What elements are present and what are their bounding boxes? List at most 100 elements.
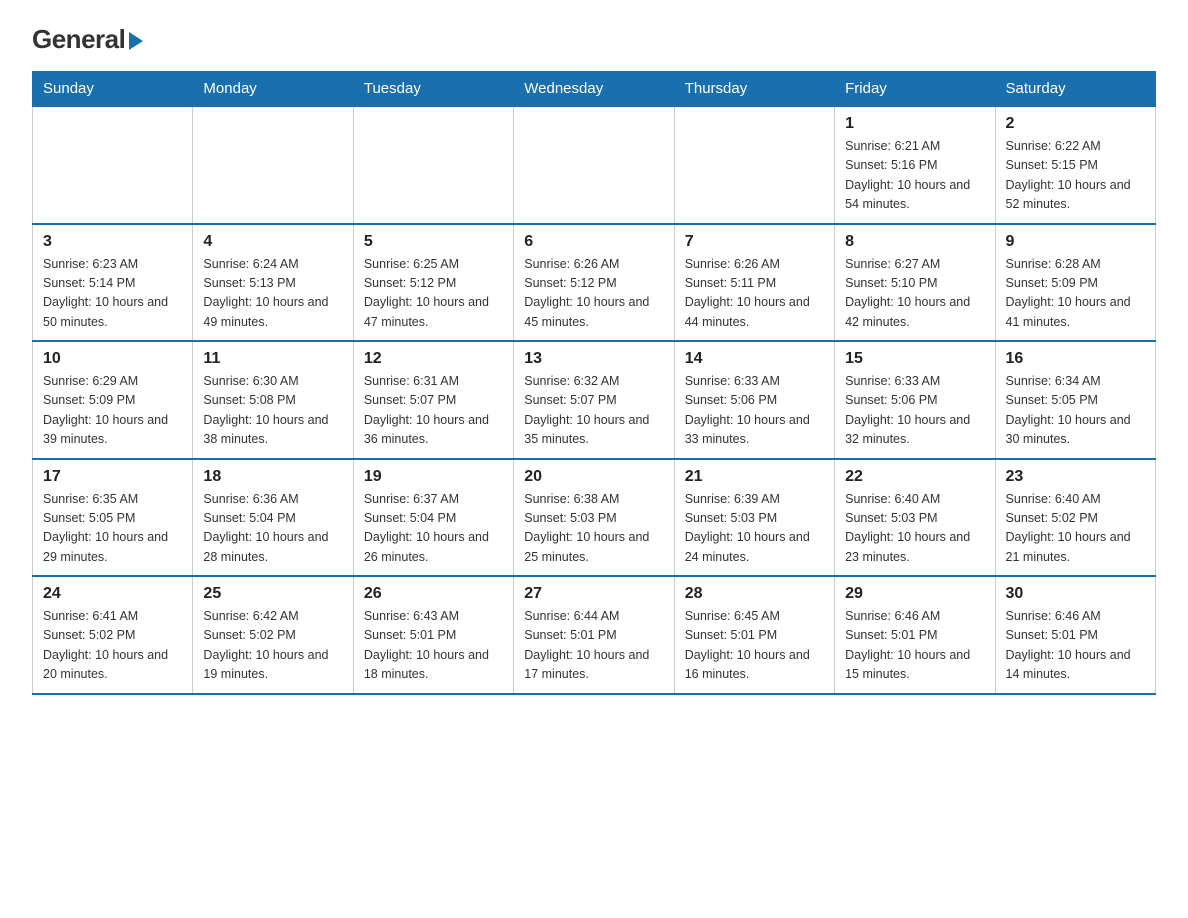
day-info: Sunrise: 6:29 AMSunset: 5:09 PMDaylight:… <box>43 372 182 450</box>
calendar-cell: 23 Sunrise: 6:40 AMSunset: 5:02 PMDayligh… <box>995 459 1155 577</box>
day-number: 3 <box>43 233 182 251</box>
day-info: Sunrise: 6:44 AMSunset: 5:01 PMDaylight:… <box>524 607 663 685</box>
calendar-cell: 11Sunrise: 6:30 AMSunset: 5:08 PMDayligh… <box>193 341 353 459</box>
calendar-week-4: 17 Sunrise: 6:35 AMSunset: 5:05 PMDayligh… <box>33 459 1156 577</box>
calendar-week-1: 1Sunrise: 6:21 AMSunset: 5:16 PMDaylight… <box>33 106 1156 224</box>
day-info: Sunrise: 6:45 AMSunset: 5:01 PMDaylight:… <box>685 607 824 685</box>
calendar-cell <box>193 106 353 224</box>
day-info: Sunrise: 6:42 AMSunset: 5:02 PMDaylight:… <box>203 607 342 685</box>
day-info: Sunrise: 6:22 AMSunset: 5:15 PMDaylight:… <box>1006 137 1145 215</box>
day-number: 21 <box>685 468 824 486</box>
calendar-table: SundayMondayTuesdayWednesdayThursdayFrid… <box>32 71 1156 695</box>
calendar-cell: 4Sunrise: 6:24 AMSunset: 5:13 PMDaylight… <box>193 224 353 342</box>
calendar-week-2: 3 Sunrise: 6:23 AMSunset: 5:14 PMDaylight… <box>33 224 1156 342</box>
calendar-cell: 27 Sunrise: 6:44 AMSunset: 5:01 PMDayligh… <box>514 576 674 694</box>
day-info: Sunrise: 6:25 AMSunset: 5:12 PMDaylight:… <box>364 255 503 333</box>
calendar-cell: 15 Sunrise: 6:33 AMSunset: 5:06 PMDayligh… <box>835 341 995 459</box>
calendar-header-wednesday: Wednesday <box>514 72 674 107</box>
day-info: Sunrise: 6:32 AMSunset: 5:07 PMDaylight:… <box>524 372 663 450</box>
day-info: Sunrise: 6:39 AMSunset: 5:03 PMDaylight:… <box>685 490 824 568</box>
day-info: Sunrise: 6:41 AMSunset: 5:02 PMDaylight:… <box>43 607 182 685</box>
day-info: Sunrise: 6:31 AMSunset: 5:07 PMDaylight:… <box>364 372 503 450</box>
day-number: 15 <box>845 350 984 368</box>
day-info: Sunrise: 6:38 AMSunset: 5:03 PMDaylight:… <box>524 490 663 568</box>
calendar-cell: 22 Sunrise: 6:40 AMSunset: 5:03 PMDayligh… <box>835 459 995 577</box>
calendar-cell: 30 Sunrise: 6:46 AMSunset: 5:01 PMDayligh… <box>995 576 1155 694</box>
day-number: 29 <box>845 585 984 603</box>
day-info: Sunrise: 6:33 AMSunset: 5:06 PMDaylight:… <box>685 372 824 450</box>
day-info: Sunrise: 6:36 AMSunset: 5:04 PMDaylight:… <box>203 490 342 568</box>
calendar-cell: 28 Sunrise: 6:45 AMSunset: 5:01 PMDayligh… <box>674 576 834 694</box>
calendar-header-monday: Monday <box>193 72 353 107</box>
calendar-header-thursday: Thursday <box>674 72 834 107</box>
calendar-cell <box>33 106 193 224</box>
calendar-cell: 7 Sunrise: 6:26 AMSunset: 5:11 PMDaylight… <box>674 224 834 342</box>
day-number: 8 <box>845 233 984 251</box>
calendar-cell: 14 Sunrise: 6:33 AMSunset: 5:06 PMDayligh… <box>674 341 834 459</box>
day-number: 17 <box>43 468 182 486</box>
logo-general-text: General <box>32 24 143 55</box>
day-number: 27 <box>524 585 663 603</box>
calendar-cell: 13 Sunrise: 6:32 AMSunset: 5:07 PMDayligh… <box>514 341 674 459</box>
day-number: 13 <box>524 350 663 368</box>
day-info: Sunrise: 6:23 AMSunset: 5:14 PMDaylight:… <box>43 255 182 333</box>
calendar-header-tuesday: Tuesday <box>353 72 513 107</box>
day-number: 23 <box>1006 468 1145 486</box>
calendar-cell: 12 Sunrise: 6:31 AMSunset: 5:07 PMDayligh… <box>353 341 513 459</box>
calendar-cell: 8 Sunrise: 6:27 AMSunset: 5:10 PMDaylight… <box>835 224 995 342</box>
day-number: 19 <box>364 468 503 486</box>
calendar-cell <box>514 106 674 224</box>
day-number: 12 <box>364 350 503 368</box>
calendar-header-saturday: Saturday <box>995 72 1155 107</box>
calendar-cell: 29 Sunrise: 6:46 AMSunset: 5:01 PMDayligh… <box>835 576 995 694</box>
day-info: Sunrise: 6:33 AMSunset: 5:06 PMDaylight:… <box>845 372 984 450</box>
calendar-cell: 18 Sunrise: 6:36 AMSunset: 5:04 PMDayligh… <box>193 459 353 577</box>
day-number: 1 <box>845 115 984 133</box>
day-number: 9 <box>1006 233 1145 251</box>
calendar-cell: 1Sunrise: 6:21 AMSunset: 5:16 PMDaylight… <box>835 106 995 224</box>
calendar-header-sunday: Sunday <box>33 72 193 107</box>
calendar-cell: 26Sunrise: 6:43 AMSunset: 5:01 PMDayligh… <box>353 576 513 694</box>
logo-arrow-icon <box>129 32 143 50</box>
calendar-cell: 5 Sunrise: 6:25 AMSunset: 5:12 PMDaylight… <box>353 224 513 342</box>
day-number: 25 <box>203 585 342 603</box>
day-number: 10 <box>43 350 182 368</box>
calendar-header-row: SundayMondayTuesdayWednesdayThursdayFrid… <box>33 72 1156 107</box>
calendar-cell: 6 Sunrise: 6:26 AMSunset: 5:12 PMDaylight… <box>514 224 674 342</box>
day-number: 20 <box>524 468 663 486</box>
calendar-cell: 16Sunrise: 6:34 AMSunset: 5:05 PMDayligh… <box>995 341 1155 459</box>
day-info: Sunrise: 6:27 AMSunset: 5:10 PMDaylight:… <box>845 255 984 333</box>
calendar-cell: 19 Sunrise: 6:37 AMSunset: 5:04 PMDayligh… <box>353 459 513 577</box>
day-number: 30 <box>1006 585 1145 603</box>
day-info: Sunrise: 6:26 AMSunset: 5:12 PMDaylight:… <box>524 255 663 333</box>
day-info: Sunrise: 6:40 AMSunset: 5:02 PMDaylight:… <box>1006 490 1145 568</box>
day-info: Sunrise: 6:40 AMSunset: 5:03 PMDaylight:… <box>845 490 984 568</box>
day-number: 6 <box>524 233 663 251</box>
calendar-cell: 10 Sunrise: 6:29 AMSunset: 5:09 PMDayligh… <box>33 341 193 459</box>
day-info: Sunrise: 6:43 AMSunset: 5:01 PMDaylight:… <box>364 607 503 685</box>
day-number: 4 <box>203 233 342 251</box>
calendar-cell: 2 Sunrise: 6:22 AMSunset: 5:15 PMDaylight… <box>995 106 1155 224</box>
calendar-cell: 17 Sunrise: 6:35 AMSunset: 5:05 PMDayligh… <box>33 459 193 577</box>
day-info: Sunrise: 6:46 AMSunset: 5:01 PMDaylight:… <box>845 607 984 685</box>
calendar-week-3: 10 Sunrise: 6:29 AMSunset: 5:09 PMDayligh… <box>33 341 1156 459</box>
day-number: 7 <box>685 233 824 251</box>
day-number: 28 <box>685 585 824 603</box>
day-info: Sunrise: 6:26 AMSunset: 5:11 PMDaylight:… <box>685 255 824 333</box>
day-info: Sunrise: 6:37 AMSunset: 5:04 PMDaylight:… <box>364 490 503 568</box>
calendar-cell: 25 Sunrise: 6:42 AMSunset: 5:02 PMDayligh… <box>193 576 353 694</box>
page-header: General <box>32 24 1156 55</box>
calendar-cell: 9Sunrise: 6:28 AMSunset: 5:09 PMDaylight… <box>995 224 1155 342</box>
calendar-cell: 21 Sunrise: 6:39 AMSunset: 5:03 PMDayligh… <box>674 459 834 577</box>
day-number: 5 <box>364 233 503 251</box>
day-number: 2 <box>1006 115 1145 133</box>
day-number: 22 <box>845 468 984 486</box>
calendar-cell <box>674 106 834 224</box>
day-info: Sunrise: 6:35 AMSunset: 5:05 PMDaylight:… <box>43 490 182 568</box>
day-info: Sunrise: 6:46 AMSunset: 5:01 PMDaylight:… <box>1006 607 1145 685</box>
day-number: 18 <box>203 468 342 486</box>
day-number: 14 <box>685 350 824 368</box>
day-info: Sunrise: 6:34 AMSunset: 5:05 PMDaylight:… <box>1006 372 1145 450</box>
day-info: Sunrise: 6:30 AMSunset: 5:08 PMDaylight:… <box>203 372 342 450</box>
logo: General <box>32 24 143 55</box>
